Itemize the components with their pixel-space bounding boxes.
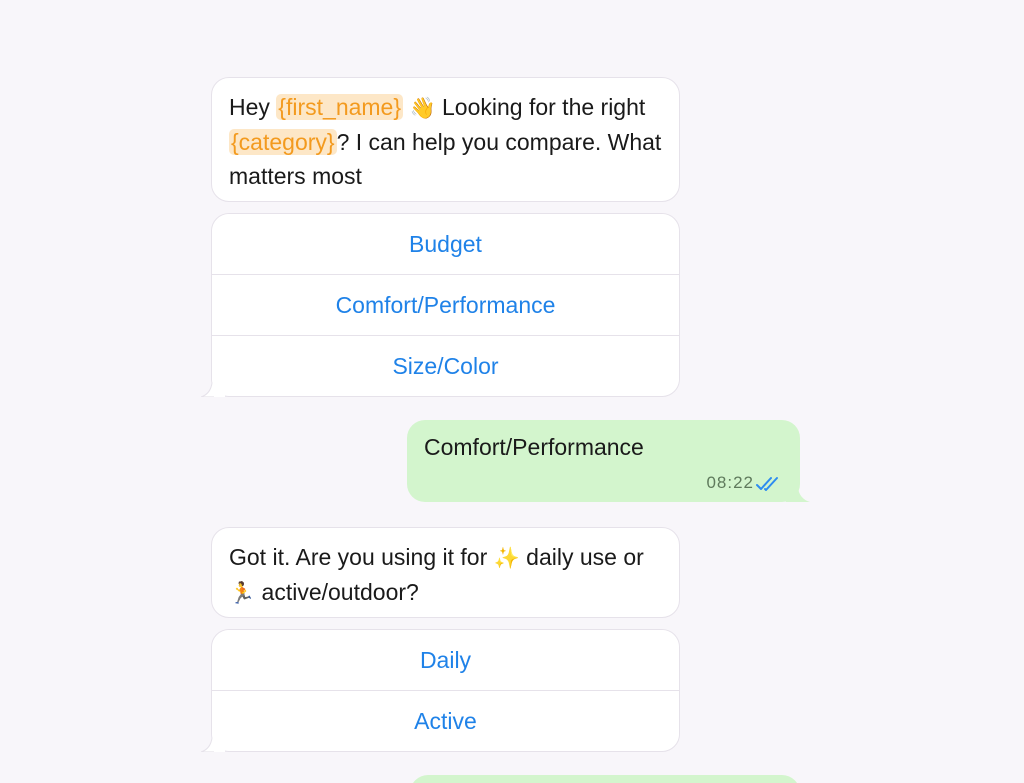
- quick-reply-size-color[interactable]: Size/Color: [212, 336, 679, 396]
- quick-replies-greeting: Budget Comfort/Performance Size/Color: [201, 213, 680, 397]
- user-message-text: Comfort/Performance: [424, 434, 644, 460]
- usage-text-part1: Got it. Are you using it for: [229, 544, 494, 570]
- runner-emoji: 🏃: [229, 581, 256, 605]
- bot-message-group-usage: Got it. Are you using it for ✨ daily use…: [201, 527, 680, 752]
- message-timestamp: 08:22: [706, 473, 754, 492]
- outgoing-bubble-tail: [786, 486, 810, 502]
- quick-reply-daily[interactable]: Daily: [212, 630, 679, 691]
- sparkles-emoji: ✨: [493, 546, 520, 570]
- greeting-text-part2: Looking for the right: [435, 94, 646, 120]
- first-name-variable-tag: {first_name}: [276, 94, 404, 120]
- bot-message-usage-question: Got it. Are you using it for ✨ daily use…: [211, 527, 680, 618]
- category-variable-tag: {category}: [229, 129, 337, 155]
- quick-reply-active[interactable]: Active: [212, 691, 679, 751]
- user-message-partial: [410, 775, 800, 783]
- chat-thread: Hey {first_name} 👋 Looking for the right…: [0, 0, 1024, 783]
- quick-reply-comfort-performance[interactable]: Comfort/Performance: [212, 275, 679, 336]
- usage-text-part2: daily use or: [519, 544, 644, 570]
- usage-text-part3: active/outdoor?: [255, 579, 419, 605]
- quick-reply-budget[interactable]: Budget: [212, 214, 679, 275]
- greeting-text-part1: Hey: [229, 94, 277, 120]
- bot-message-greeting: Hey {first_name} 👋 Looking for the right…: [211, 77, 680, 202]
- incoming-bubble-tail: [201, 381, 225, 397]
- quick-replies-usage: Daily Active: [201, 629, 680, 752]
- bot-message-group-greeting: Hey {first_name} 👋 Looking for the right…: [201, 77, 680, 397]
- waving-hand-emoji: 👋: [409, 96, 436, 120]
- user-message-comfort-performance: Comfort/Performance 08:22: [407, 420, 810, 502]
- read-double-check-icon: [756, 477, 778, 491]
- incoming-bubble-tail: [201, 736, 225, 752]
